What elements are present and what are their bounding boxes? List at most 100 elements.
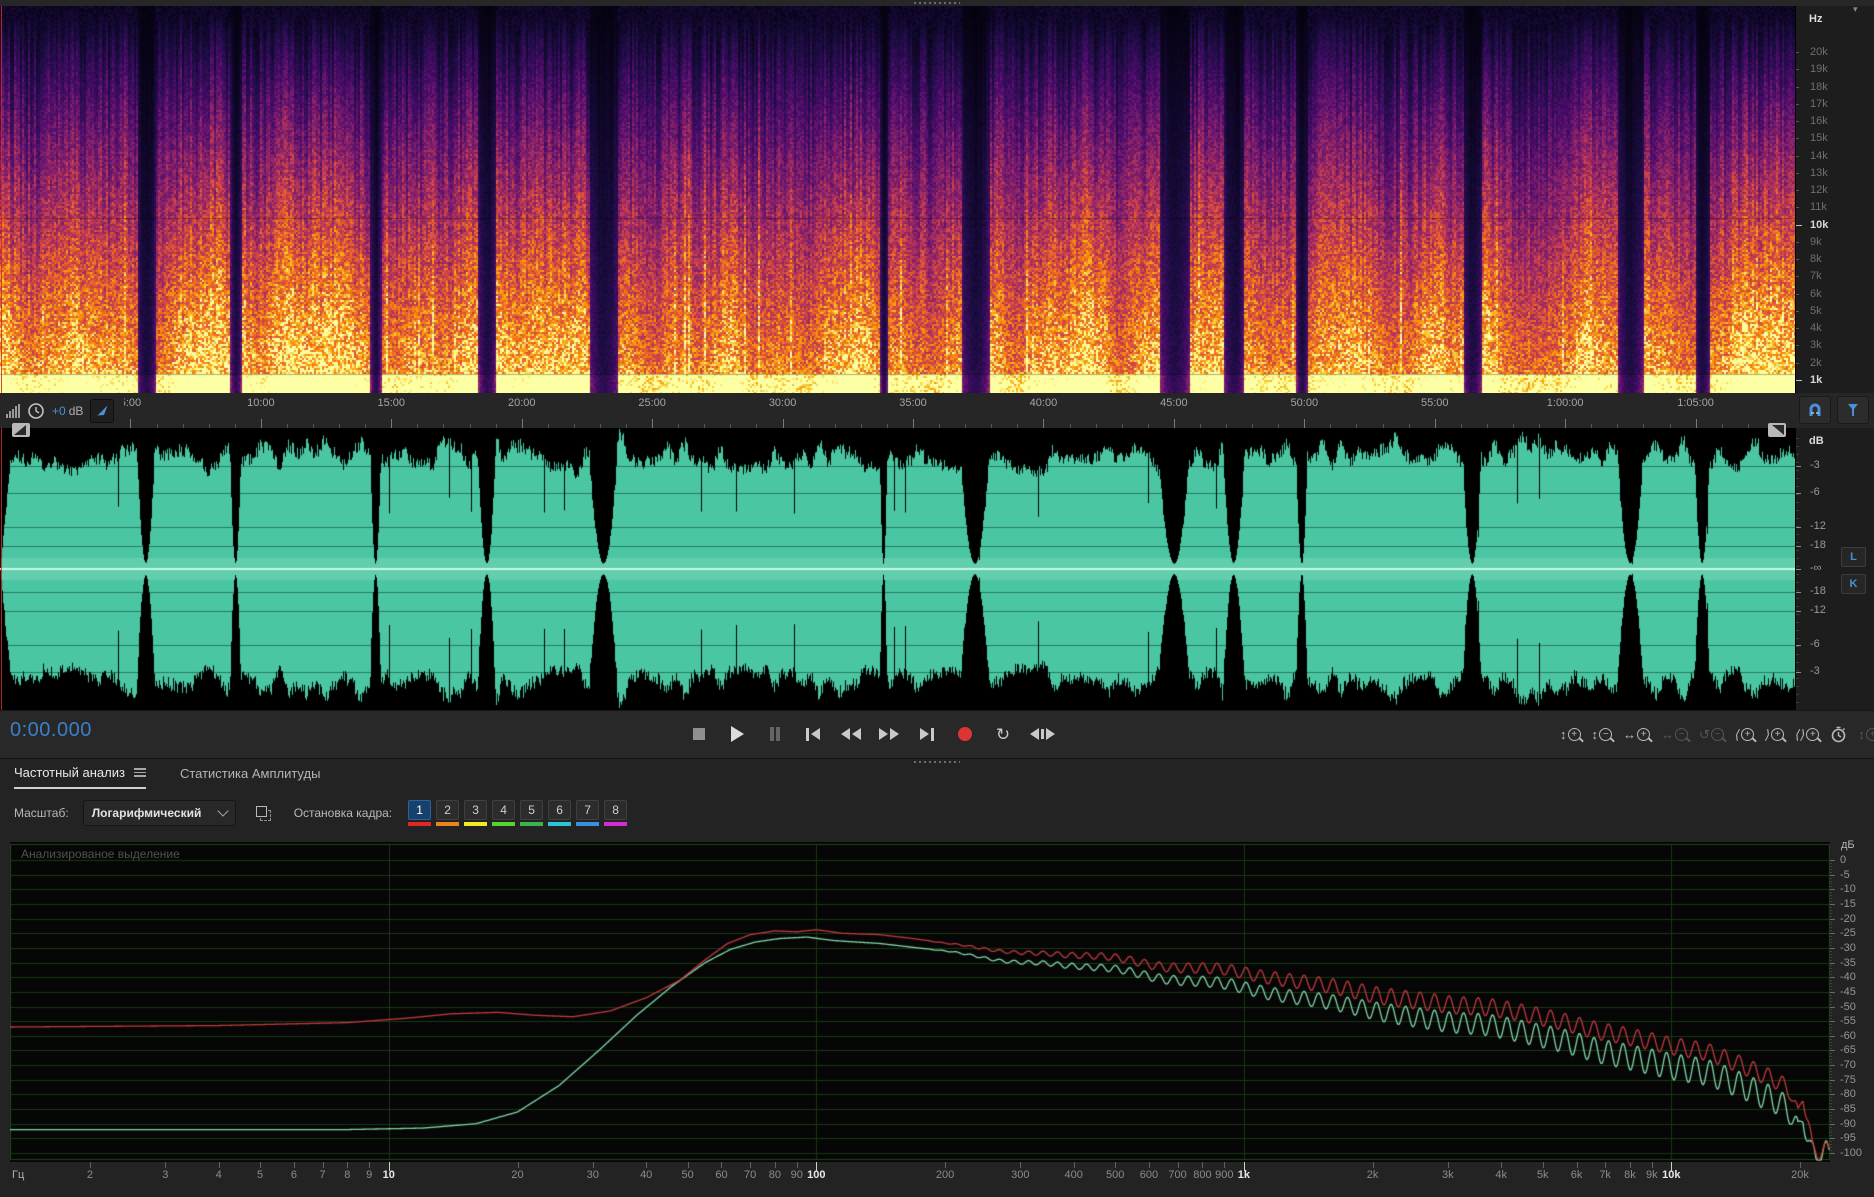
zoom-in-to-in-point-button[interactable]: ⟨ + — [1735, 727, 1754, 741]
chart-y-minitick — [1830, 1083, 1832, 1084]
chart-x-label: 5 — [257, 1169, 264, 1181]
chart-x-label: 7 — [319, 1169, 326, 1181]
zoom-time-button[interactable] — [1830, 726, 1847, 743]
zoom-out-horizontal-button[interactable]: ↔ − — [1661, 727, 1688, 741]
zoom-in-to-out-point-button[interactable]: ⟩ + — [1765, 727, 1785, 741]
panel-menu-icon[interactable] — [133, 768, 146, 777]
chart-x-tick — [369, 1162, 370, 1168]
clock-icon[interactable] — [27, 402, 45, 420]
amp-tick — [1796, 466, 1801, 467]
gain-readout[interactable]: +0 dB — [52, 402, 83, 420]
chart-y-minitick — [1830, 1015, 1832, 1016]
selection-handle-left[interactable] — [12, 423, 30, 437]
frequency-analysis-chart[interactable] — [10, 842, 1830, 1162]
zoom-vertical-alt-modifier-icon: ↕ — [1858, 726, 1865, 742]
chart-y-label: -35 — [1840, 956, 1856, 969]
chart-x-label: 800 — [1193, 1169, 1212, 1181]
tab-frequency-analysis[interactable]: Частотный анализ — [14, 765, 146, 789]
chart-x-tick — [1577, 1162, 1578, 1168]
zoom-in-horizontal-button[interactable]: ↔ + — [1623, 727, 1650, 741]
chart-y-minitick — [1830, 954, 1832, 955]
chart-x-tick — [1149, 1162, 1150, 1168]
loop-playback-button[interactable]: ↻ — [992, 723, 1014, 745]
chart-x-label: 8 — [344, 1169, 351, 1181]
timeline-ruler[interactable]: 5:00 10:00 15:00 20:00 25:00 30:00 35:00 40:00 4… — [0, 393, 1795, 428]
amp-tick — [1796, 546, 1801, 547]
freq-tick — [1796, 172, 1799, 174]
skip-start-icon — [806, 727, 809, 741]
frame-hold-button-8[interactable]: 8 — [604, 800, 628, 826]
freq-label: 7k — [1810, 270, 1822, 283]
pause-button[interactable] — [764, 723, 786, 745]
skip-to-start-button[interactable] — [802, 723, 824, 745]
chart-y-minitick — [1830, 913, 1832, 914]
chart-x-tick — [323, 1162, 324, 1168]
amp-minitick — [1796, 598, 1799, 599]
ruler-tick — [913, 419, 914, 428]
chart-y-minitick — [1830, 930, 1832, 931]
ruler-time-label: 30:00 — [768, 397, 797, 409]
frame-hold-button-7[interactable]: 7 — [576, 800, 600, 826]
fast-forward-icon — [879, 728, 888, 740]
chart-y-tick — [1830, 1109, 1835, 1110]
selection-handle-right[interactable] — [1768, 423, 1786, 437]
frame-hold-button-3[interactable]: 3 — [464, 800, 488, 826]
amplitude-scale: dB -3 -6 -12 -18 -∞ -18 -12 -6 -3 — [1795, 428, 1874, 710]
snap-button[interactable] — [1799, 396, 1831, 424]
pin-playhead-button[interactable] — [90, 398, 115, 423]
gain-unit: dB — [68, 403, 84, 418]
chart-y-minitick — [1830, 1130, 1832, 1131]
frame-hold-button-6[interactable]: 6 — [548, 800, 572, 826]
channel-button-l[interactable]: L — [1841, 547, 1866, 567]
rewind-button[interactable] — [840, 723, 862, 745]
zoom-in-vertical-button[interactable]: ↕ + — [1560, 727, 1581, 741]
shuttle-button[interactable] — [1030, 723, 1055, 745]
fast-forward-button[interactable] — [878, 723, 900, 745]
tab-amplitude-statistics[interactable]: Статистика Амплитуды — [180, 765, 320, 789]
scale-menu-arrow-icon[interactable]: ▾ — [1853, 4, 1858, 15]
freq-tick — [1796, 103, 1799, 105]
chart-y-minitick — [1830, 1074, 1832, 1075]
marker-button[interactable] — [1837, 396, 1869, 424]
copy-icon[interactable] — [255, 806, 271, 821]
frame-hold-button-4[interactable]: 4 — [492, 800, 516, 826]
zoom-vertical-alt-button[interactable]: ↕+ — [1858, 726, 1874, 742]
freq-label: 14k — [1810, 149, 1828, 162]
record-button[interactable] — [954, 723, 976, 745]
zoom-reset-button[interactable]: ↺ − — [1699, 727, 1724, 741]
chart-y-label: -10 — [1840, 883, 1856, 896]
frame-hold-button-1[interactable]: 1 — [408, 800, 432, 826]
chart-x-label: 1k — [1237, 1169, 1250, 1181]
frame-hold-number: 6 — [548, 800, 572, 820]
chart-x-tick — [775, 1162, 776, 1168]
frame-hold-button-2[interactable]: 2 — [436, 800, 460, 826]
zoom-to-selection-button[interactable]: ⟨⟩ + — [1795, 727, 1820, 741]
chart-y-minitick — [1830, 1086, 1832, 1087]
ruler-time-label: 10:00 — [247, 397, 275, 409]
ruler-time-label: 50:00 — [1290, 397, 1319, 409]
amp-tick — [1796, 493, 1801, 494]
chart-y-minitick — [1830, 942, 1832, 943]
scale-select[interactable]: Логарифмический — [82, 800, 236, 826]
waveform-canvas[interactable] — [0, 428, 1795, 710]
chart-y-tick — [1830, 1007, 1835, 1008]
play-button[interactable] — [726, 723, 748, 745]
chart-y-minitick — [1830, 951, 1832, 952]
time-display[interactable]: 0:00.000 — [10, 719, 92, 742]
amp-label: -12 — [1810, 604, 1826, 616]
channel-button-k[interactable]: K — [1841, 574, 1866, 594]
skip-to-end-button[interactable] — [916, 723, 938, 745]
frame-hold-color — [576, 822, 600, 826]
zoom-out-vertical-button[interactable]: ↕ − — [1592, 727, 1612, 741]
chart-y-minitick — [1830, 1018, 1832, 1019]
spectrogram-canvas[interactable] — [0, 6, 1795, 393]
amp-tick — [1796, 611, 1801, 612]
stop-button[interactable] — [688, 723, 710, 745]
chart-y-minitick — [1830, 1106, 1832, 1107]
chart-y-minitick — [1830, 916, 1832, 917]
frame-hold-number: 7 — [576, 800, 600, 820]
freq-label: 9k — [1810, 235, 1822, 248]
chart-y-minitick — [1830, 1001, 1832, 1002]
frame-hold-button-5[interactable]: 5 — [520, 800, 544, 826]
chart-x-tick — [1630, 1162, 1631, 1168]
